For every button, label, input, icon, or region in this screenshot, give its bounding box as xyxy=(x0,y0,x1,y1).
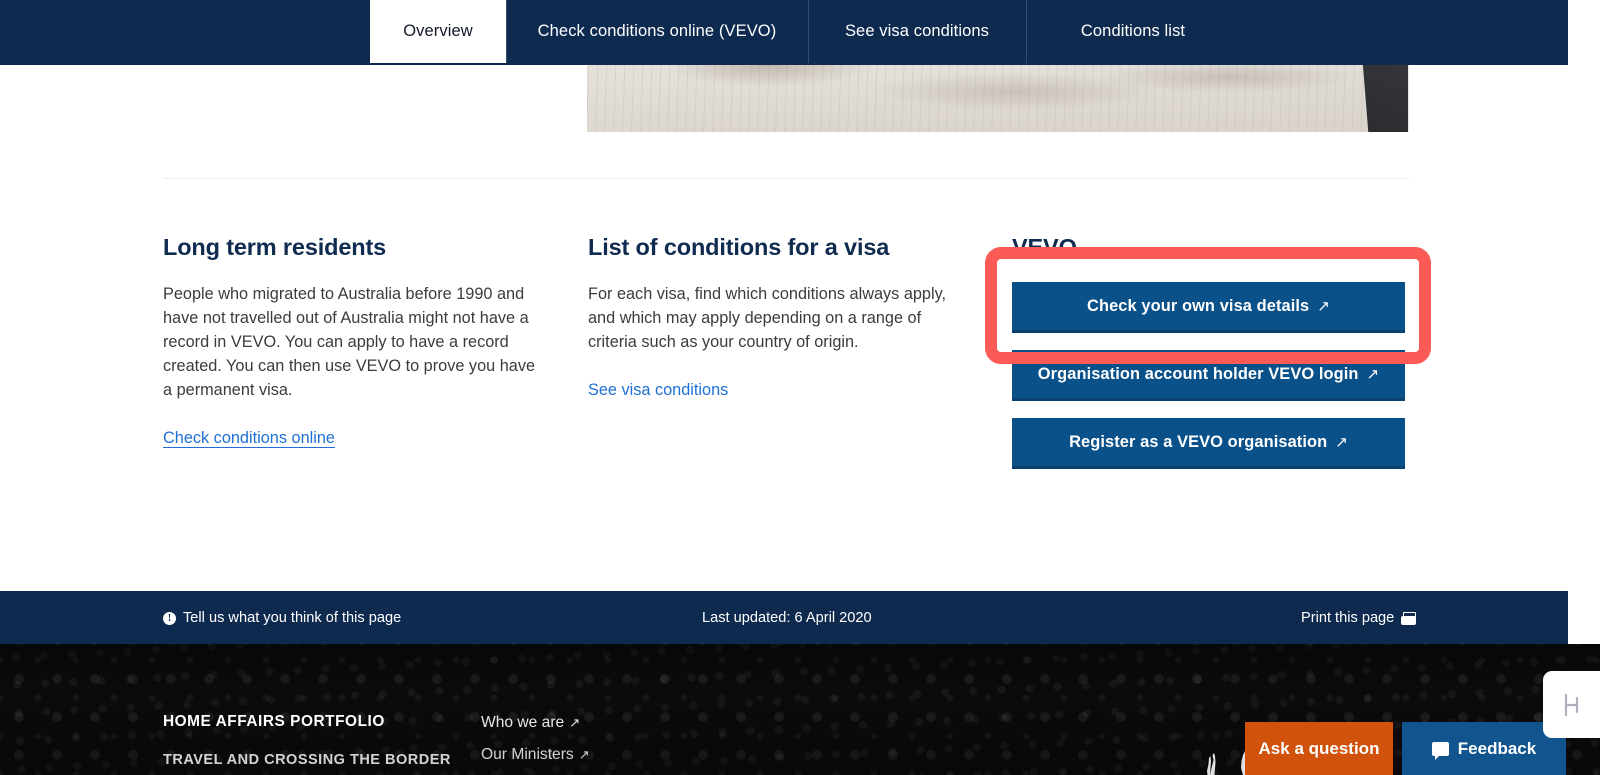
tab-overview-label: Overview xyxy=(403,22,473,40)
column-1-heading: Long term residents xyxy=(163,234,387,260)
tab-conditions-list-label: Conditions list xyxy=(1080,22,1186,40)
accessibility-widget-icon xyxy=(1564,693,1578,716)
utility-tell-us-what-you-think[interactable]: ! Tell us what you think of this page xyxy=(163,608,401,628)
column-list-of-conditions: List of conditions for a visa For each v… xyxy=(588,232,973,402)
section-divider xyxy=(163,178,1410,179)
highlight-mask-left xyxy=(997,259,1013,352)
button-check-your-own-visa-details[interactable]: Check your own visa details ↗ xyxy=(1012,282,1405,333)
printer-icon xyxy=(1401,611,1417,625)
info-icon: ! xyxy=(163,611,176,625)
footer-portfolio-heading: HOME AFFAIRS PORTFOLIO xyxy=(163,713,385,730)
page-root: Overview Check conditions online (VEVO) … xyxy=(0,0,1600,775)
footer-portfolio-heading-secondary: TRAVEL AND CROSSING THE BORDER xyxy=(163,752,451,768)
tab-see-visa-conditions[interactable]: See visa conditions xyxy=(808,0,1026,63)
footer-link-our-ministers-label: Our Ministers xyxy=(481,746,574,763)
column-2-body: For each visa, find which conditions alw… xyxy=(588,285,947,351)
chat-bubble-icon xyxy=(1431,741,1449,760)
highlight-mask-right xyxy=(1405,259,1419,352)
utility-print-this-page[interactable]: Print this page xyxy=(1301,608,1417,628)
footer-link-our-ministers[interactable]: Our Ministers ↗ xyxy=(481,746,590,764)
external-link-icon: ↗ xyxy=(1366,366,1380,383)
hero-image xyxy=(587,65,1409,132)
edge-widget-tab[interactable] xyxy=(1543,671,1600,738)
button-organisation-account-holder-vevo-login[interactable]: Organisation account holder VEVO login ↗ xyxy=(1012,350,1405,401)
column-long-term-residents: Long term residents People who migrated … xyxy=(163,232,543,450)
utility-print-label: Print this page xyxy=(1301,610,1395,626)
column-3-heading: VEVO xyxy=(1012,234,1077,260)
tab-check-conditions-online-label: Check conditions online (VEVO) xyxy=(537,22,777,40)
column-1-body: People who migrated to Australia before … xyxy=(163,285,536,399)
external-link-icon: ↗ xyxy=(1335,434,1348,451)
utility-feedback-label: Tell us what you think of this page xyxy=(183,610,402,626)
link-see-visa-conditions[interactable]: See visa conditions xyxy=(588,378,728,402)
tab-overview[interactable]: Overview xyxy=(370,0,506,63)
tab-see-visa-conditions-label: See visa conditions xyxy=(844,22,990,40)
tab-conditions-list[interactable]: Conditions list xyxy=(1026,0,1240,63)
footer-link-who-we-are-label: Who we are xyxy=(481,714,565,731)
button-check-your-own-visa-details-label: Check your own visa details xyxy=(1087,296,1310,315)
button-organisation-account-holder-vevo-login-label: Organisation account holder VEVO login xyxy=(1037,364,1359,383)
footer-link-who-we-are[interactable]: Who we are ↗ xyxy=(481,714,580,732)
ask-a-question-label: Ask a question xyxy=(1258,738,1380,758)
ask-a-question-button[interactable]: Ask a question xyxy=(1245,722,1393,775)
button-register-as-a-vevo-organisation-label: Register as a VEVO organisation xyxy=(1069,432,1328,451)
utility-bar-right-fill xyxy=(1568,591,1600,644)
tabbar-left-spacer xyxy=(0,0,370,63)
tab-navigation: Overview Check conditions online (VEVO) … xyxy=(0,0,1568,63)
external-link-icon: ↗ xyxy=(569,715,581,730)
tab-check-conditions-online[interactable]: Check conditions online (VEVO) xyxy=(506,0,808,63)
vevo-button-stack: Check your own visa details ↗ Organisati… xyxy=(1012,282,1405,486)
button-register-as-a-vevo-organisation[interactable]: Register as a VEVO organisation ↗ xyxy=(1012,418,1405,469)
feedback-label: Feedback xyxy=(1457,738,1537,758)
tabbar-right-fill xyxy=(1568,0,1600,63)
external-link-icon: ↗ xyxy=(1317,298,1330,315)
column-2-heading: List of conditions for a visa xyxy=(588,234,890,260)
highlight-mask-top xyxy=(997,259,1419,284)
hero-image-surface xyxy=(587,65,1408,132)
utility-last-updated: Last updated: 6 April 2020 xyxy=(702,608,872,628)
link-check-conditions-online[interactable]: Check conditions online xyxy=(163,426,335,450)
feedback-button[interactable]: Feedback xyxy=(1402,722,1566,775)
external-link-icon: ↗ xyxy=(578,747,590,762)
utility-last-updated-label: Last updated: 6 April 2020 xyxy=(702,610,872,626)
